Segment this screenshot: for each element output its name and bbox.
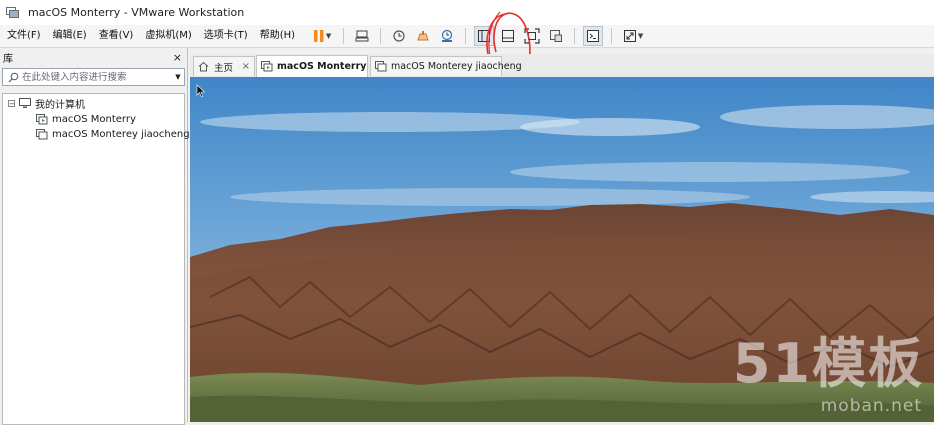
menu-help[interactable]: 帮助(H) [254, 25, 301, 47]
menu-bar: 文件(F) 编辑(E) 查看(V) 虚拟机(M) 选项卡(T) 帮助(H) ▼ [0, 25, 934, 48]
vm-running-icon [36, 114, 48, 125]
toolbar-separator [465, 28, 467, 44]
vm-icon [36, 129, 48, 140]
toolbar-separator [380, 28, 382, 44]
toolbar-separator [574, 28, 576, 44]
computer-icon [19, 98, 31, 109]
window-title: macOS Monterry - VMware Workstation [28, 6, 245, 19]
tree-item-label: 我的计算机 [35, 100, 85, 111]
vm-console[interactable] [190, 77, 934, 422]
send-ctrl-alt-del-button[interactable] [352, 26, 372, 46]
library-panel: 库 × ▼ − 我的计算机 [0, 48, 190, 425]
revert-snapshot-button[interactable] [413, 26, 433, 46]
tree-item-label: macOS Monterry [52, 114, 136, 125]
mouse-cursor-icon [196, 84, 206, 98]
full-screen-icon [524, 28, 540, 44]
chevron-down-icon: ▼ [325, 32, 332, 40]
tree-item-vm[interactable]: macOS Monterry [36, 112, 136, 127]
tree-item-my-computer[interactable]: − 我的计算机 [8, 96, 85, 111]
pause-button[interactable]: ▼ [309, 26, 335, 46]
tab-bar: 主页 × macOS Monterry × macOS Monterey jia… [190, 54, 934, 77]
unity-icon [550, 30, 563, 42]
vm-icon [375, 61, 387, 72]
tab-home[interactable]: 主页 × [193, 56, 255, 76]
chevron-down-icon[interactable]: ▼ [172, 73, 184, 81]
menu-tabs[interactable]: 选项卡(T) [198, 25, 254, 47]
tree-item-vm[interactable]: macOS Monterey jiaocheng [36, 127, 190, 142]
chevron-down-icon: ▼ [637, 32, 644, 40]
library-tree: − 我的计算机 macOS Monterry macOS Monterey ji… [2, 93, 190, 425]
full-screen-button[interactable] [522, 26, 542, 46]
tab-label: macOS Monterry [277, 61, 367, 72]
library-title: 库 [3, 53, 13, 65]
revert-snapshot-icon [417, 31, 429, 41]
snapshot-manager-button[interactable] [437, 26, 457, 46]
snapshot-icon [393, 30, 405, 42]
snapshot-manager-icon [441, 29, 453, 42]
menu-vm[interactable]: 虚拟机(M) [139, 25, 197, 47]
tab-label: 主页 [214, 62, 234, 74]
library-search: ▼ [2, 68, 185, 86]
menu-edit[interactable]: 编辑(E) [47, 25, 93, 47]
show-library-icon [478, 30, 491, 42]
title-bar: macOS Monterry - VMware Workstation [0, 0, 934, 25]
stretch-guest-button[interactable]: ▼ [620, 26, 646, 46]
library-search-input[interactable] [20, 70, 172, 84]
vm-running-icon [261, 61, 273, 72]
vmware-logo-icon [6, 6, 19, 18]
pause-icon [313, 30, 324, 42]
thumbnail-bar-icon [502, 30, 515, 42]
show-library-button[interactable] [474, 26, 495, 46]
toolbar-separator [343, 28, 345, 44]
tab-macos-monterey-jiaocheng[interactable]: macOS Monterey jiaocheng [370, 56, 522, 76]
toolbar: ▼ ▼ [307, 25, 648, 47]
stretch-guest-icon [623, 30, 636, 42]
collapse-toggle-icon[interactable]: − [8, 100, 15, 108]
console-view-button[interactable] [583, 26, 604, 46]
console-view-icon [587, 30, 600, 42]
library-header: 库 × [0, 48, 187, 66]
menu-view[interactable]: 查看(V) [93, 25, 140, 47]
search-icon [6, 70, 20, 84]
toolbar-separator [611, 28, 613, 44]
thumbnail-bar-button[interactable] [498, 26, 518, 46]
send-ctrl-alt-del-icon [355, 30, 369, 42]
tab-macos-monterry[interactable]: macOS Monterry × [256, 55, 381, 77]
home-icon [198, 61, 210, 72]
unity-button[interactable] [546, 26, 566, 46]
close-icon[interactable]: × [173, 52, 182, 63]
close-icon[interactable]: × [236, 61, 250, 72]
tab-label: macOS Monterey jiaocheng [391, 61, 522, 72]
menu-file[interactable]: 文件(F) [0, 25, 47, 47]
snapshot-button[interactable] [389, 26, 409, 46]
wallpaper-image [190, 77, 934, 422]
tree-item-label: macOS Monterey jiaocheng [52, 129, 190, 140]
